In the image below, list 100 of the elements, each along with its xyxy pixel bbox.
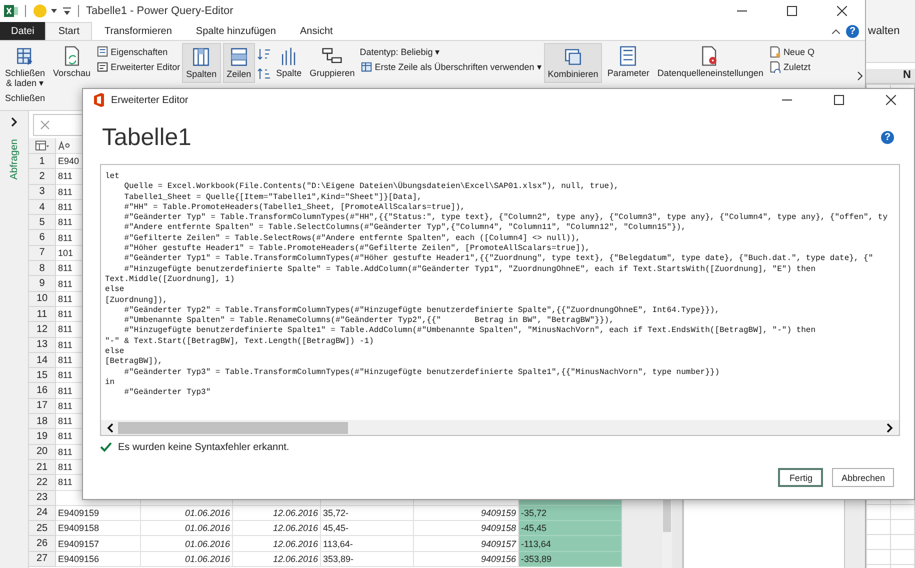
row-number: 18 (29, 414, 56, 430)
table-cell: 01.06.2016 (141, 506, 233, 522)
ribbon-tab[interactable]: Ansicht (288, 22, 345, 40)
ribbon-button[interactable]: Neue Q (768, 45, 814, 58)
check-icon (100, 442, 112, 452)
table-cell: 353,89- (321, 552, 414, 568)
row-number: 27 (29, 552, 56, 568)
close-icon[interactable] (886, 95, 896, 105)
table-cell: 45,45- (321, 521, 414, 536)
row-number: 2 (29, 169, 56, 185)
sort-descending-icon[interactable] (257, 67, 272, 81)
ribbon-button[interactable]: Erweiterter Editor (96, 60, 180, 73)
row-number: 19 (29, 429, 56, 445)
ribbon-tab[interactable]: Start (45, 22, 92, 40)
table-cell: E9409159 (56, 506, 141, 522)
table-cell: 113,64- (321, 536, 414, 552)
table-cell: 01.06.2016 (141, 552, 233, 568)
table-cell: 12.06.2016 (233, 552, 321, 568)
row-number: 25 (29, 521, 56, 536)
excel-icon (4, 4, 18, 18)
ribbon-button[interactable]: Zuletzt (768, 60, 814, 73)
row-number: 8 (29, 261, 56, 276)
row-number: 12 (29, 322, 56, 338)
table-cell: E9409156 (56, 552, 141, 568)
ribbon-label[interactable]: walten (868, 25, 900, 37)
ribbon-tab[interactable]: Spalte hinzufügen (184, 22, 288, 40)
code-editor[interactable] (100, 164, 900, 436)
maximize-icon[interactable] (834, 95, 844, 105)
ribbon-button[interactable]: Erste Zeile als Überschriften verwenden ▾ (360, 60, 542, 73)
table-icon[interactable] (35, 140, 49, 151)
scroll-right-icon[interactable] (857, 71, 863, 81)
row-number: 22 (29, 475, 56, 491)
table-cell: E9409158 (56, 521, 141, 536)
dialog-title: Erweiterter Editor (111, 94, 188, 106)
ribbon-button[interactable]: Parameter (604, 43, 652, 83)
ribbon-button[interactable]: Datenquelleneinstellungen (654, 43, 766, 83)
ribbon-button[interactable]: Spalte (273, 43, 305, 83)
caret-icon[interactable] (51, 9, 57, 13)
row-number: 4 (29, 200, 56, 216)
ribbon-button[interactable]: Schließen & laden ▾ (2, 43, 48, 90)
table-cell: -45,45 (519, 521, 622, 536)
office-icon (93, 93, 105, 107)
row-number: 1 (29, 154, 56, 170)
close-icon[interactable] (837, 6, 847, 16)
row-number: 26 (29, 536, 56, 552)
group-label: Schließen (5, 93, 46, 103)
ribbon-button[interactable]: Eigenschaften (96, 45, 180, 58)
new-source-icon (768, 45, 782, 58)
collapse-ribbon-icon[interactable] (832, 28, 840, 34)
scrollbar-thumb[interactable] (118, 422, 348, 434)
ribbon-button[interactable]: Spalten (182, 43, 221, 83)
query-heading: Tabelle1 (101, 124, 192, 152)
row-number: 13 (29, 338, 56, 353)
ribbon-button[interactable]: Vorschau (50, 43, 94, 83)
row-number: 21 (29, 460, 56, 476)
code-line: let (105, 172, 120, 182)
table-cell: 01.06.2016 (141, 521, 233, 536)
row-number: 23 (29, 490, 56, 506)
table-cell: E9409157 (56, 536, 141, 552)
row-number: 16 (29, 383, 56, 399)
row-number: 3 (29, 184, 56, 200)
ribbon-button[interactable]: Zeilen (222, 43, 256, 83)
row-number: 14 (29, 352, 56, 368)
row-number: 5 (29, 215, 56, 230)
file-tab[interactable]: Datei (0, 22, 46, 40)
scroll-right-icon[interactable] (886, 422, 893, 432)
scroll-left-icon[interactable] (107, 422, 114, 432)
table-cell: 35,72- (321, 506, 414, 522)
row-number: 15 (29, 368, 56, 384)
row-number: 10 (29, 292, 56, 307)
column-header[interactable]: N (903, 69, 911, 83)
row-number: 20 (29, 444, 56, 460)
table-cell: 12.06.2016 (233, 506, 321, 522)
table-icon (360, 60, 373, 73)
window-title: Tabelle1 - Power Query-Editor (86, 5, 234, 17)
ribbon-button[interactable]: Gruppieren (306, 43, 358, 83)
row-number: 24 (29, 506, 56, 522)
table-cell: 12.06.2016 (233, 536, 321, 552)
table-cell: 12.06.2016 (233, 521, 321, 536)
properties-icon (96, 45, 109, 58)
ribbon-tab[interactable]: Transformieren (92, 22, 184, 40)
sort-ascending-icon[interactable] (257, 47, 272, 61)
table-corner[interactable] (29, 138, 56, 154)
recent-icon (768, 60, 782, 73)
row-number: 6 (29, 230, 56, 246)
row-number: 11 (29, 306, 56, 322)
text-type-icon[interactable] (58, 140, 70, 151)
expand-icon[interactable] (11, 117, 17, 127)
help-icon[interactable]: ? (881, 131, 894, 144)
done-button[interactable]: Fertig (778, 468, 824, 487)
ribbon-button[interactable]: Kombinieren (544, 43, 602, 83)
row-number: 7 (29, 246, 56, 262)
editor-icon (96, 60, 109, 73)
help-icon[interactable]: ? (846, 24, 859, 38)
cancel-button[interactable]: Abbrechen (832, 468, 894, 487)
queries-pane-label[interactable]: Abfragen (8, 139, 20, 180)
customize-icon[interactable] (63, 7, 71, 15)
ribbon-button[interactable]: Datentyp: Beliebig ▾ (360, 45, 542, 58)
table-cell: -353,89 (519, 552, 622, 568)
maximize-icon[interactable] (787, 6, 797, 16)
